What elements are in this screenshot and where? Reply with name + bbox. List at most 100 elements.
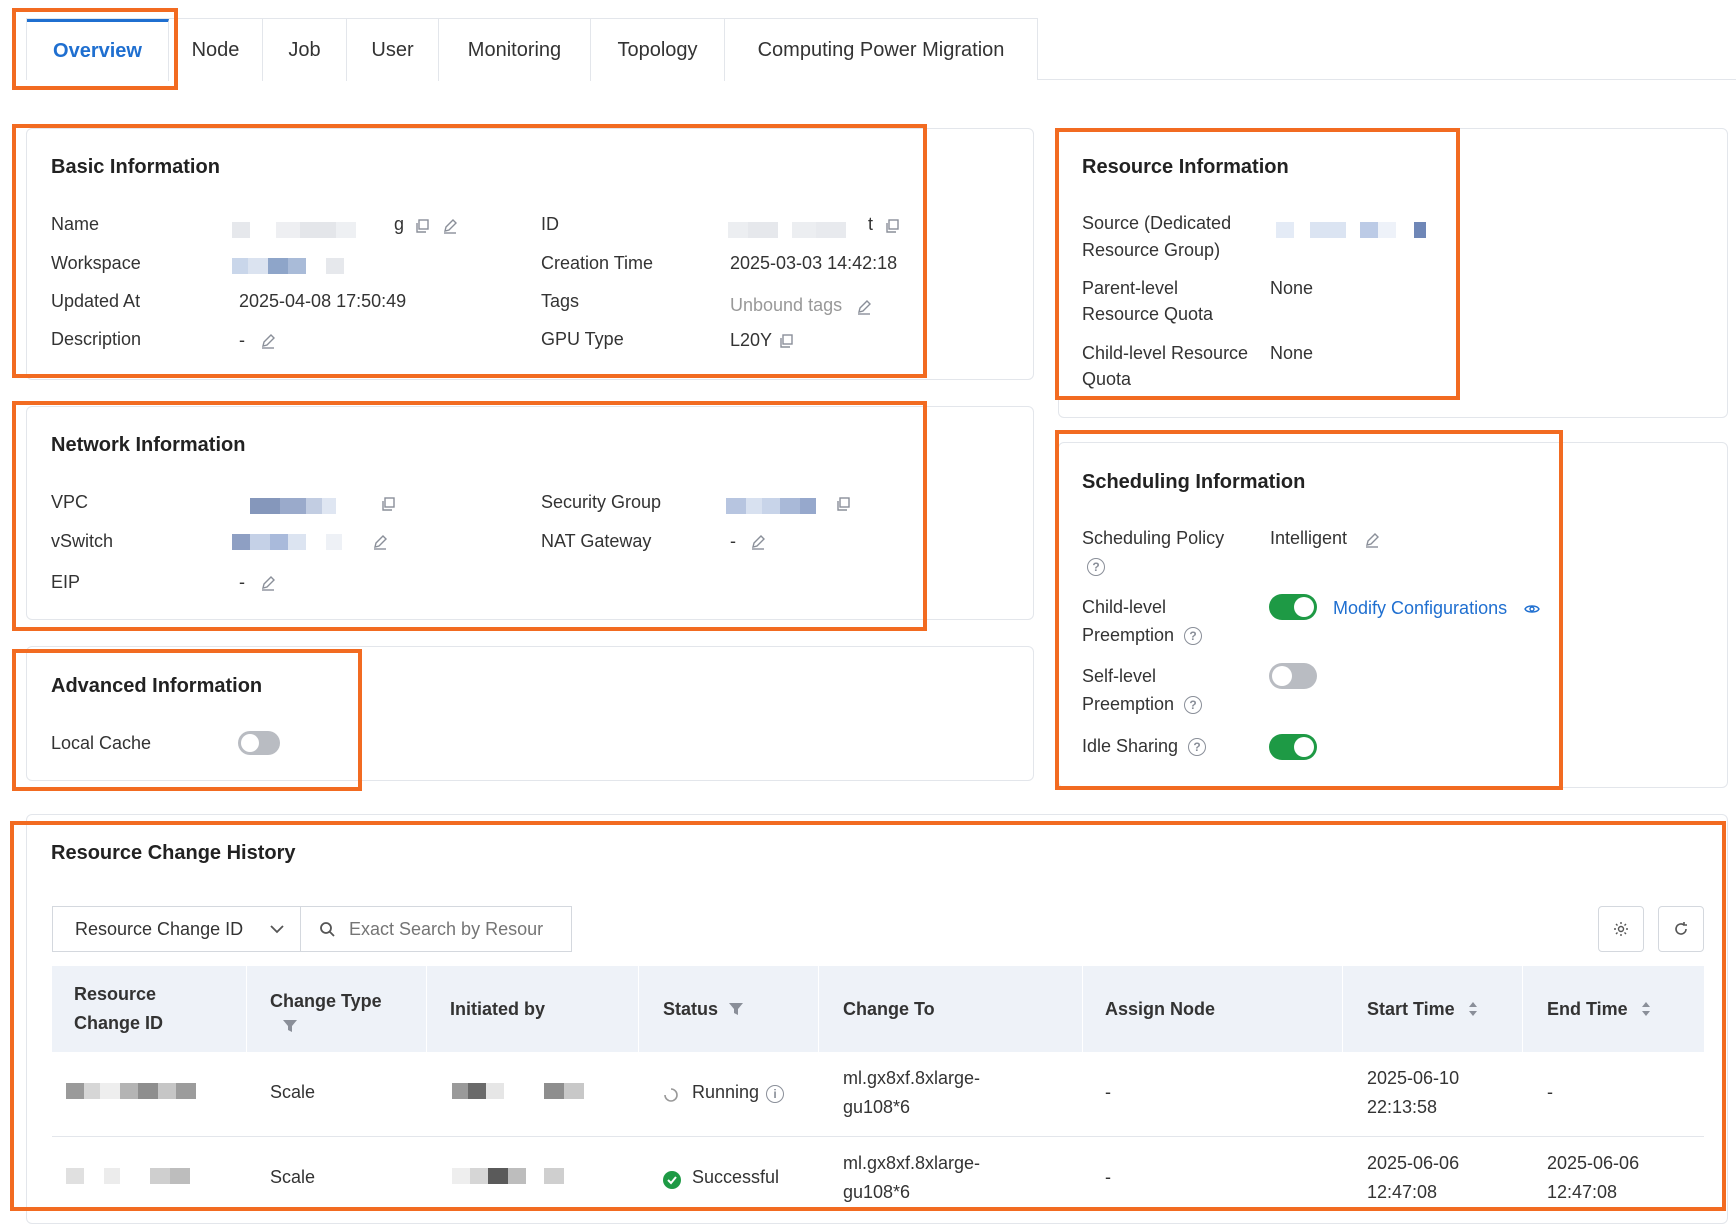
vpc-label: VPC	[51, 492, 89, 512]
child-quota-label-line2: Quota	[1082, 369, 1132, 389]
tab-bar: Overview Node Job User Monitoring Topolo…	[26, 18, 1038, 81]
child-quota-label-line1: Child-level Resource	[1082, 343, 1249, 363]
column-divider	[1082, 966, 1083, 1052]
refresh-button[interactable]	[1658, 906, 1704, 952]
table-row-2-id-redacted[interactable]	[66, 1168, 190, 1184]
tab-computing-power-migration[interactable]: Computing Power Migration	[725, 19, 1037, 81]
gear-icon	[1613, 921, 1629, 937]
search-icon	[319, 921, 335, 937]
table-row-2-end-time-line2: 12:47:08	[1547, 1182, 1618, 1202]
source-label-line2: Resource Group)	[1082, 240, 1221, 260]
resource-change-history-title: Resource Change History	[51, 842, 296, 864]
table-row-1-start-time-line2: 22:13:58	[1367, 1097, 1438, 1117]
description-label: Description	[51, 329, 142, 349]
copy-icon[interactable]	[778, 333, 794, 349]
table-row-divider	[52, 1136, 1704, 1137]
edit-icon[interactable]	[260, 575, 276, 591]
nat-gateway-label: NAT Gateway	[541, 531, 652, 551]
column-header-label: Status	[663, 998, 719, 1019]
parent-quota-label-line1: Parent-level	[1082, 278, 1179, 298]
sort-icon[interactable]	[1465, 1001, 1481, 1017]
id-value-tail: t	[868, 214, 874, 234]
search-input[interactable]	[349, 918, 549, 940]
filter-field-select-label: Resource Change ID	[75, 918, 244, 939]
eip-label: EIP	[51, 572, 81, 592]
tab-overview[interactable]: Overview	[27, 19, 169, 81]
eye-icon[interactable]	[1524, 601, 1540, 617]
workspace-label: Workspace	[51, 253, 141, 273]
child-preemption-toggle[interactable]	[1269, 594, 1317, 620]
edit-icon[interactable]	[856, 299, 872, 315]
filter-icon[interactable]	[728, 1001, 744, 1017]
column-header-assign-node: Assign Node	[1105, 998, 1216, 1019]
table-row-1-change-to-line1: ml.gx8xf.8xlarge-	[843, 1068, 981, 1088]
column-header-end-time[interactable]: End Time	[1547, 966, 1650, 1052]
self-preemption-toggle[interactable]	[1269, 663, 1317, 689]
basic-info-title: Basic Information	[51, 156, 220, 178]
edit-icon[interactable]	[372, 534, 388, 550]
table-row-1-id-redacted[interactable]	[66, 1083, 196, 1099]
column-divider	[246, 966, 247, 1052]
edit-icon[interactable]	[442, 218, 458, 234]
table-row-2-change-type: Scale	[270, 1167, 316, 1187]
local-cache-toggle[interactable]	[238, 731, 280, 755]
security-group-value-redacted[interactable]	[726, 498, 816, 514]
idle-sharing-label: Idle Sharing	[1082, 736, 1179, 756]
edit-icon[interactable]	[750, 534, 766, 550]
info-icon[interactable]: i	[766, 1085, 784, 1103]
vswitch-label: vSwitch	[51, 531, 114, 551]
parent-quota-value: None	[1270, 278, 1314, 298]
copy-icon[interactable]	[414, 218, 430, 234]
name-label: Name	[51, 214, 100, 234]
column-header-change-type: Change Type	[270, 966, 382, 1052]
table-row-1-end-time: -	[1547, 1082, 1553, 1102]
column-header-label: Resource	[74, 984, 157, 1004]
filter-field-select[interactable]: Resource Change ID	[52, 906, 300, 952]
advanced-info-title: Advanced Information	[51, 675, 263, 697]
eip-value: -	[239, 572, 245, 592]
workspace-value-redacted[interactable]	[232, 258, 344, 274]
column-header-label: Start Time	[1367, 998, 1455, 1019]
help-icon[interactable]: ?	[1087, 558, 1105, 576]
modify-configurations-link[interactable]: Modify Configurations	[1333, 595, 1507, 622]
updated-at-label: Updated At	[51, 291, 141, 311]
tags-label: Tags	[541, 291, 580, 311]
tab-monitoring[interactable]: Monitoring	[439, 19, 591, 81]
table-row-2-end-time-line1: 2025-06-06	[1547, 1153, 1640, 1173]
table-row-2-change-to-line2: gu108*6	[843, 1182, 911, 1202]
vswitch-value-redacted[interactable]	[232, 534, 342, 550]
vpc-value-redacted[interactable]	[250, 498, 352, 514]
column-divider	[1342, 966, 1343, 1052]
advanced-info-card	[26, 646, 1034, 781]
column-header-label: End Time	[1547, 998, 1628, 1019]
resource-info-title: Resource Information	[1082, 156, 1289, 178]
source-value-redacted[interactable]	[1276, 222, 1426, 238]
table-row-1-change-type: Scale	[270, 1082, 316, 1102]
scheduling-info-title: Scheduling Information	[1082, 471, 1306, 493]
edit-icon[interactable]	[1364, 532, 1380, 548]
copy-icon[interactable]	[884, 218, 900, 234]
column-header-change-to: Change To	[843, 998, 935, 1019]
idle-sharing-toggle[interactable]	[1269, 734, 1317, 760]
sort-icon[interactable]	[1638, 1001, 1654, 1017]
column-header-label: Change Type	[270, 990, 382, 1011]
copy-icon[interactable]	[380, 496, 396, 512]
filter-icon[interactable]	[282, 1018, 298, 1034]
tab-node[interactable]: Node	[169, 19, 263, 81]
tab-job[interactable]: Job	[263, 19, 347, 81]
table-row-1-status: Running	[692, 1082, 760, 1102]
column-divider	[818, 966, 819, 1052]
help-icon[interactable]: ?	[1188, 738, 1206, 756]
table-row-1-initiated-redacted	[452, 1083, 584, 1099]
search-box	[300, 906, 572, 952]
child-preemption-label-line1: Child-level	[1082, 597, 1167, 617]
column-header-start-time[interactable]: Start Time	[1367, 966, 1477, 1052]
help-icon[interactable]: ?	[1184, 696, 1202, 714]
copy-icon[interactable]	[835, 496, 851, 512]
tab-user[interactable]: User	[347, 19, 439, 81]
edit-icon[interactable]	[260, 333, 276, 349]
help-icon[interactable]: ?	[1184, 627, 1202, 645]
tab-topology[interactable]: Topology	[591, 19, 725, 81]
settings-button[interactable]	[1598, 906, 1644, 952]
column-header-resource-change-id: Resource Change ID	[74, 966, 163, 1052]
